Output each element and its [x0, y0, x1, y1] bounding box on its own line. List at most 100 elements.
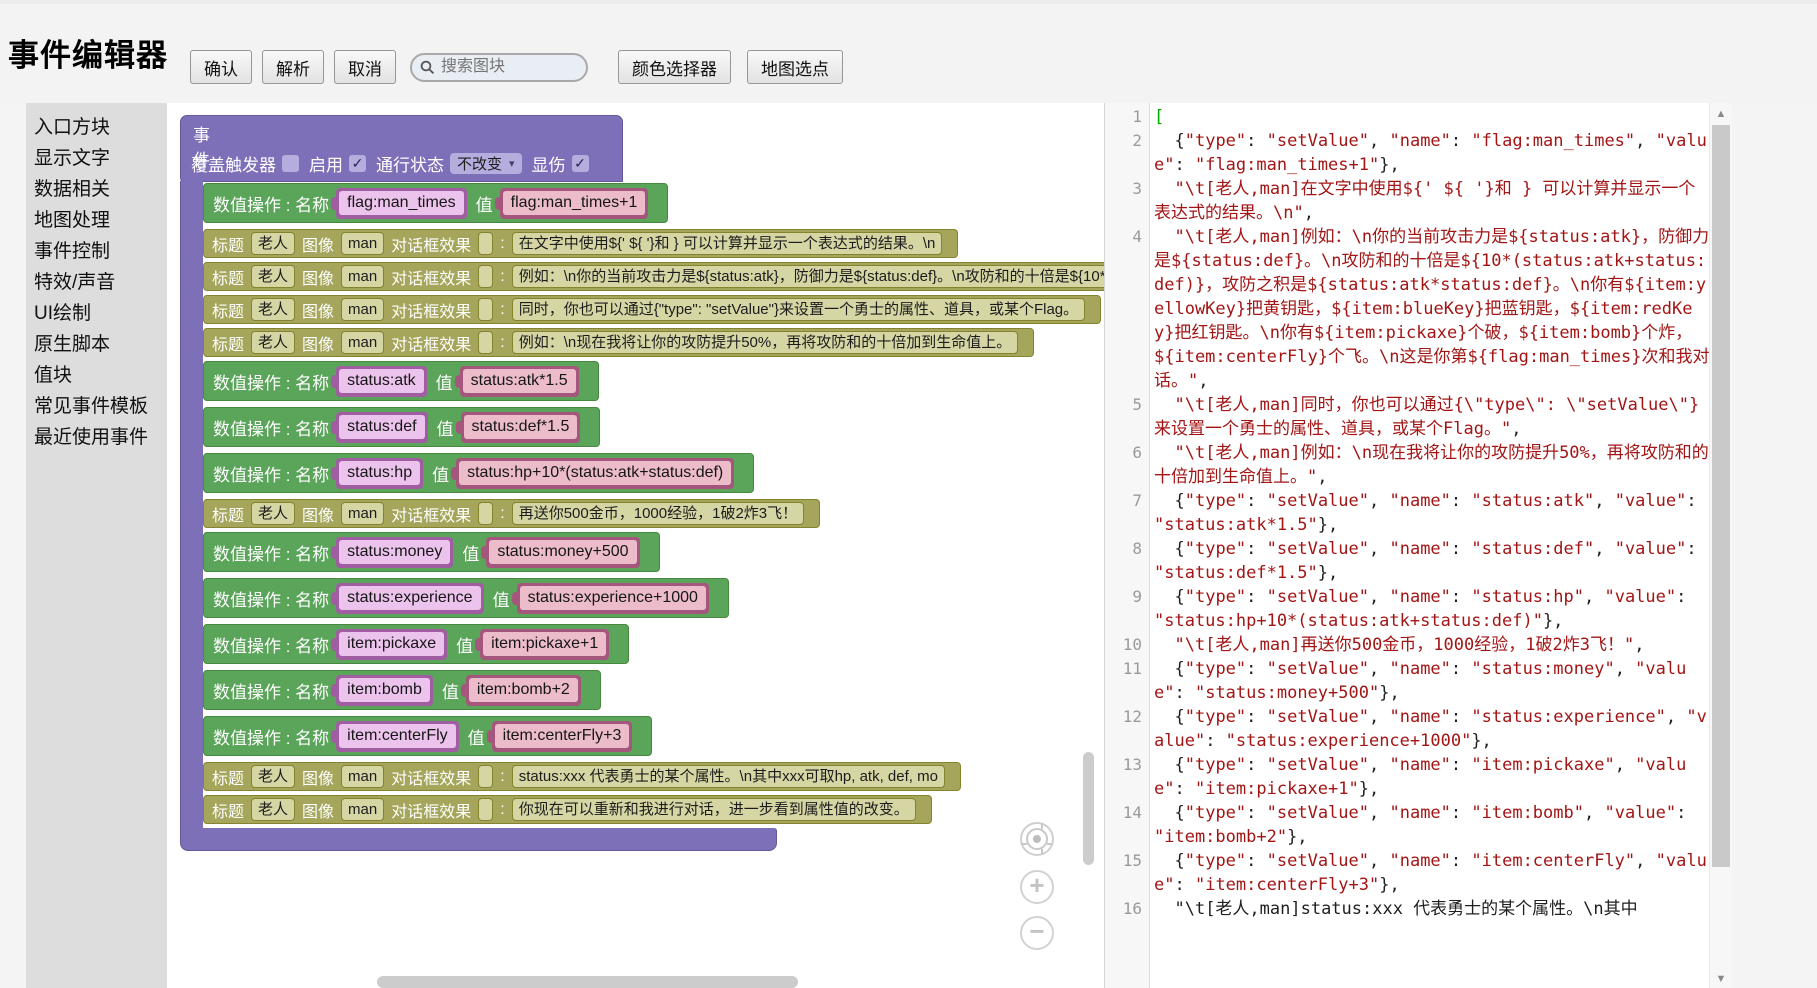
set-value-block[interactable]: 数值操作 : 名称status:hp值status:hp+10*(status:…	[203, 453, 754, 493]
name-literal-block[interactable]: status:hp	[336, 458, 423, 489]
text-field[interactable]: status:xxx 代表勇士的某个属性。\n其中xxx可取hp, atk, d…	[512, 765, 945, 788]
checkbox-checked[interactable]: ✓	[572, 155, 589, 172]
set-value-block[interactable]: 数值操作 : 名称status:experience值status:experi…	[203, 578, 729, 618]
text-field[interactable]: 在文字中使用${' ${ '}和 } 可以计算并显示一个表达式的结果。\n	[512, 232, 943, 255]
image-field[interactable]: man	[341, 765, 384, 788]
workspace-horizontal-scrollbar[interactable]	[377, 976, 798, 988]
value-literal-block[interactable]: status:experience+1000	[517, 583, 709, 614]
toolbox-category[interactable]: 事件控制	[26, 236, 167, 267]
image-field[interactable]: man	[341, 331, 384, 354]
toolbox-category[interactable]: 数据相关	[26, 174, 167, 205]
image-field[interactable]: man	[341, 298, 384, 321]
name-field[interactable]: item:pickaxe	[339, 632, 444, 656]
show-text-block[interactable]: 标题老人图像man对话框效果:再送你500金币，1000经验，1破2炸3飞！	[203, 499, 820, 528]
show-text-block[interactable]: 标题老人图像man对话框效果:例如：\n你的当前攻击力是${status:atk…	[203, 262, 1104, 291]
effect-field[interactable]	[478, 798, 493, 821]
image-field[interactable]: man	[341, 798, 384, 821]
code-line-text[interactable]: {"type": "setValue", "name": "status:hp"…	[1149, 585, 1710, 633]
toolbox-category[interactable]: 值块	[26, 360, 167, 391]
effect-field[interactable]	[478, 331, 493, 354]
text-field[interactable]: 例如：\n现在我将让你的攻防提升50%，再将攻防和的十倍加到生命值上。	[512, 331, 1019, 354]
code-line-text[interactable]: "\t[老人,man]status:xxx 代表勇士的某个属性。\n其中	[1149, 897, 1710, 921]
code-line-text[interactable]: "\t[老人,man]例如：\n现在我将让你的攻防提升50%，再将攻防和的十倍加…	[1149, 441, 1710, 489]
effect-field[interactable]	[478, 298, 493, 321]
action-button-cancel[interactable]: 取消	[334, 50, 396, 84]
value-field[interactable]: status:atk*1.5	[463, 369, 576, 393]
title-field[interactable]: 老人	[251, 798, 295, 821]
code-line-text[interactable]: "\t[老人,man]例如：\n你的当前攻击力是${status:atk}，防御…	[1149, 225, 1710, 393]
checkbox-checked[interactable]: ✓	[349, 155, 366, 172]
title-field[interactable]: 老人	[251, 502, 295, 525]
locate-button[interactable]	[1020, 822, 1054, 856]
name-literal-block[interactable]: status:atk	[336, 366, 426, 397]
show-text-block[interactable]: 标题老人图像man对话框效果:你现在可以重新和我进行对话，进一步看到属性值的改变…	[203, 795, 932, 824]
title-field[interactable]: 老人	[251, 331, 295, 354]
name-field[interactable]: status:atk	[339, 369, 423, 393]
name-field[interactable]: item:bomb	[339, 678, 430, 702]
color-picker-button[interactable]: 颜色选择器	[618, 50, 731, 84]
toolbox-category[interactable]: 入口方块	[26, 112, 167, 143]
set-value-block[interactable]: 数值操作 : 名称item:centerFly值item:centerFly+3	[203, 716, 652, 756]
toolbox-category[interactable]: 特效/声音	[26, 267, 167, 298]
title-field[interactable]: 老人	[251, 232, 295, 255]
search-box[interactable]	[410, 53, 588, 82]
value-field[interactable]: item:centerFly+3	[495, 724, 630, 748]
value-field[interactable]: status:hp+10*(status:atk+status:def)	[459, 461, 731, 485]
title-field[interactable]: 老人	[251, 265, 295, 288]
toolbox-category[interactable]: 显示文字	[26, 143, 167, 174]
toolbox-category[interactable]: UI绘制	[26, 298, 167, 329]
name-literal-block[interactable]: flag:man_times	[336, 188, 467, 219]
name-field[interactable]: status:experience	[339, 586, 480, 610]
image-field[interactable]: man	[341, 232, 384, 255]
name-literal-block[interactable]: status:experience	[336, 583, 483, 614]
value-literal-block[interactable]: item:pickaxe+1	[480, 629, 609, 660]
toolbox-category[interactable]: 常见事件模板	[26, 391, 167, 422]
code-line-text[interactable]: "\t[老人,man]再送你500金币，1000经验，1破2炸3飞！",	[1149, 633, 1710, 657]
text-field[interactable]: 再送你500金币，1000经验，1破2炸3飞！	[512, 502, 804, 525]
name-field[interactable]: status:def	[339, 415, 424, 439]
show-text-block[interactable]: 标题老人图像man对话框效果:例如：\n现在我将让你的攻防提升50%，再将攻防和…	[203, 328, 1034, 357]
name-field[interactable]: status:hp	[339, 461, 420, 485]
scrollbar-thumb[interactable]	[1712, 125, 1730, 867]
value-field[interactable]: flag:man_times+1	[503, 191, 646, 215]
value-literal-block[interactable]: item:bomb+2	[466, 675, 581, 706]
value-field[interactable]: status:def*1.5	[464, 415, 578, 439]
scroll-down-icon[interactable]: ▼	[1710, 973, 1732, 985]
show-text-block[interactable]: 标题老人图像man对话框效果:status:xxx 代表勇士的某个属性。\n其中…	[203, 762, 961, 791]
code-line-text[interactable]: [	[1149, 105, 1710, 129]
text-field[interactable]: 同时，你也可以通过{"type": "setValue"}来设置一个勇士的属性、…	[512, 298, 1085, 321]
title-field[interactable]: 老人	[251, 765, 295, 788]
code-scrollbar[interactable]: ▲ ▼	[1709, 103, 1732, 988]
value-literal-block[interactable]: flag:man_times+1	[500, 188, 649, 219]
value-literal-block[interactable]: status:def*1.5	[461, 412, 581, 443]
set-value-block[interactable]: 数值操作 : 名称status:def值status:def*1.5	[203, 407, 600, 447]
set-value-block[interactable]: 数值操作 : 名称status:money值status:money+500	[203, 532, 660, 572]
effect-field[interactable]	[478, 502, 493, 525]
value-literal-block[interactable]: status:hp+10*(status:atk+status:def)	[456, 458, 734, 489]
effect-field[interactable]	[478, 232, 493, 255]
name-field[interactable]: status:money	[339, 540, 450, 564]
zoom-out-button[interactable]: −	[1020, 916, 1054, 950]
value-literal-block[interactable]: item:centerFly+3	[492, 721, 633, 752]
value-field[interactable]: item:bomb+2	[469, 678, 578, 702]
code-line-text[interactable]: {"type": "setValue", "name": "item:picka…	[1149, 753, 1710, 801]
set-value-block[interactable]: 数值操作 : 名称item:pickaxe值item:pickaxe+1	[203, 624, 629, 664]
workspace-vertical-scrollbar[interactable]	[1083, 752, 1094, 865]
code-line-text[interactable]: {"type": "setValue", "name": "flag:man_t…	[1149, 129, 1710, 177]
image-field[interactable]: man	[341, 502, 384, 525]
name-literal-block[interactable]: item:centerFly	[336, 721, 458, 752]
image-field[interactable]: man	[341, 265, 384, 288]
code-line-text[interactable]: {"type": "setValue", "name": "status:mon…	[1149, 657, 1710, 705]
value-literal-block[interactable]: status:atk*1.5	[460, 366, 579, 397]
show-text-block[interactable]: 标题老人图像man对话框效果:在文字中使用${' ${ '}和 } 可以计算并显…	[203, 229, 958, 258]
name-literal-block[interactable]: status:money	[336, 537, 453, 568]
search-input[interactable]	[439, 57, 578, 77]
code-line-text[interactable]: {"type": "setValue", "name": "item:cente…	[1149, 849, 1710, 897]
toolbox-category[interactable]: 地图处理	[26, 205, 167, 236]
set-value-block[interactable]: 数值操作 : 名称item:bomb值item:bomb+2	[203, 670, 601, 710]
text-field[interactable]: 你现在可以重新和我进行对话，进一步看到属性值的改变。	[512, 798, 916, 821]
name-field[interactable]: item:centerFly	[339, 724, 455, 748]
value-literal-block[interactable]: status:money+500	[486, 537, 639, 568]
map-pick-button[interactable]: 地图选点	[747, 50, 843, 84]
name-literal-block[interactable]: item:bomb	[336, 675, 433, 706]
